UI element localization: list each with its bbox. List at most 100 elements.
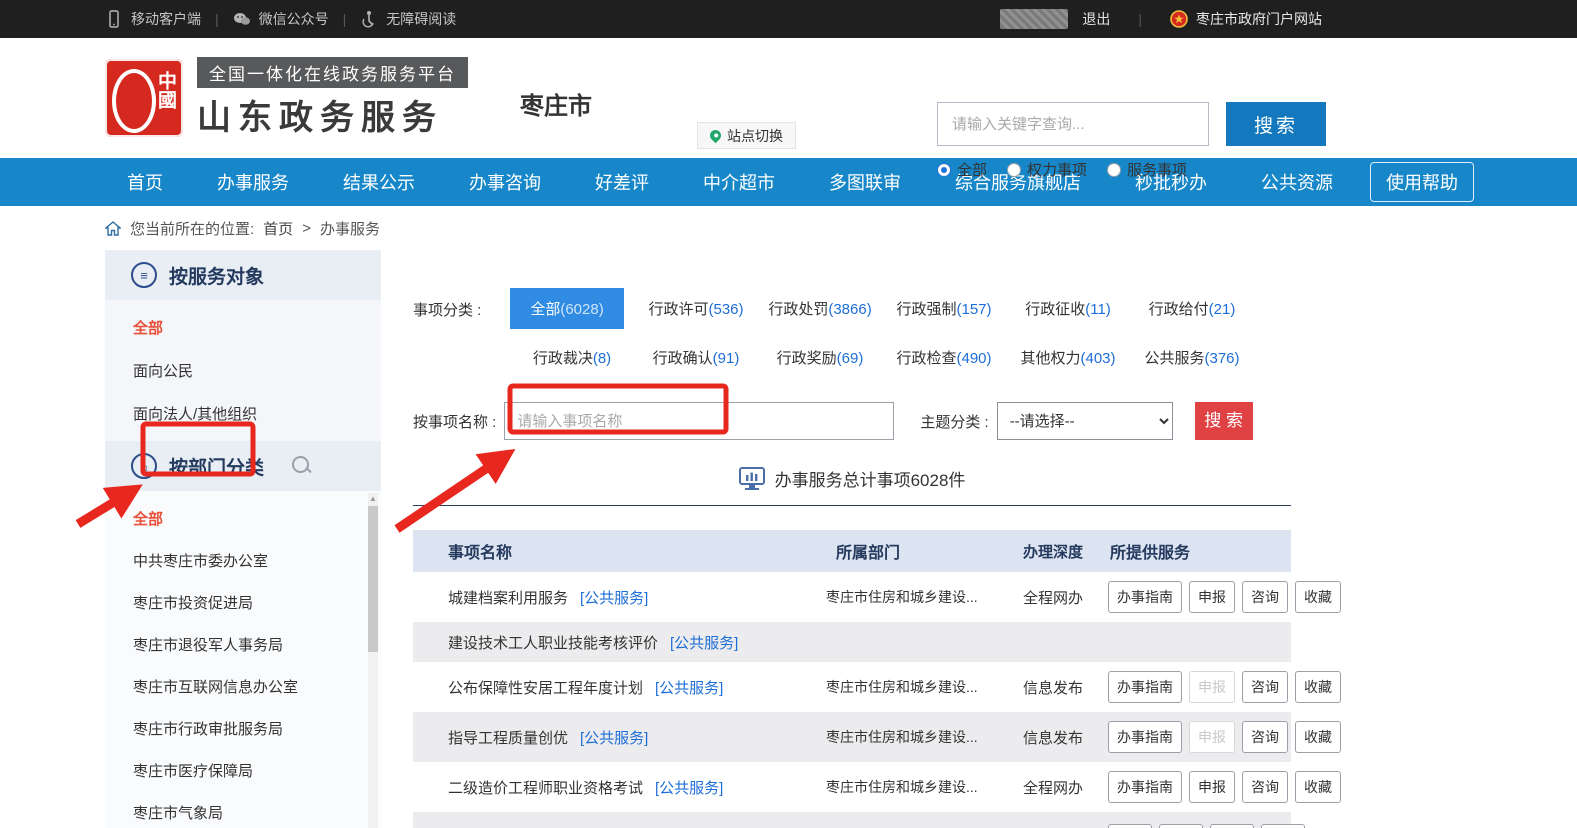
- chip-count: (3866): [828, 301, 871, 318]
- chip-name: 行政强制: [896, 301, 956, 318]
- nav-results[interactable]: 结果公示: [316, 169, 442, 195]
- guide-button[interactable]: 办事指南: [1108, 671, 1182, 703]
- radio-all[interactable]: 全部: [937, 159, 987, 180]
- dept-item[interactable]: 枣庄市医疗保障局: [105, 749, 381, 791]
- dept-item[interactable]: 中共枣庄市委办公室: [105, 539, 381, 581]
- category-chip[interactable]: 行政给付(21): [1130, 288, 1254, 329]
- service-tag-link[interactable]: [公共服务]: [655, 677, 723, 698]
- dept-item-all[interactable]: 全部: [105, 497, 381, 539]
- chip-name: 行政检查: [896, 350, 956, 367]
- dept-item[interactable]: 枣庄市互联网信息办公室: [105, 665, 381, 707]
- favorite-button[interactable]: [1261, 824, 1305, 828]
- radio-dot-icon: [1107, 163, 1121, 177]
- chip-name: 行政许可: [648, 301, 708, 318]
- nav-help-button[interactable]: 使用帮助: [1370, 162, 1474, 202]
- scrollbar-up-arrow[interactable]: ▲: [368, 494, 378, 504]
- guide-button[interactable]: 办事指南: [1108, 721, 1182, 753]
- category-chip[interactable]: 行政强制(157): [882, 288, 1006, 329]
- breadcrumb-prefix: 您当前所在的位置:: [130, 218, 254, 239]
- category-chip[interactable]: 行政处罚(3866): [758, 288, 882, 329]
- nav-public-resources[interactable]: 公共资源: [1234, 169, 1360, 195]
- service-tag-link[interactable]: [公共服务]: [580, 727, 648, 748]
- dept-item[interactable]: 枣庄市气象局: [105, 791, 381, 828]
- department-header[interactable]: ⌂ 按部门分类: [105, 441, 381, 491]
- category-chip[interactable]: 行政确认(91): [634, 337, 758, 378]
- consult-button[interactable]: 咨询: [1242, 721, 1288, 753]
- mobile-app-link[interactable]: 移动客户端: [105, 9, 201, 29]
- consult-button[interactable]: 咨询: [1242, 671, 1288, 703]
- service-name[interactable]: 指导工程质量创优: [448, 727, 568, 748]
- building-icon: ⌂: [131, 453, 157, 479]
- topic-select[interactable]: --请选择--: [997, 402, 1173, 440]
- nav-consult[interactable]: 办事咨询: [442, 169, 568, 195]
- site-switch-button[interactable]: 站点切换: [697, 122, 796, 149]
- service-object-header[interactable]: ≡ 按服务对象: [105, 250, 381, 300]
- service-dept: 枣庄市住房和城乡建设...: [818, 587, 1008, 607]
- service-tag-link[interactable]: [公共服务]: [580, 587, 648, 608]
- category-chip[interactable]: 行政裁决(8): [510, 337, 634, 378]
- service-name[interactable]: 建设技术工人职业技能考核评价: [448, 632, 658, 653]
- shandong-seal-logo: [105, 59, 183, 137]
- apply-button[interactable]: [1159, 824, 1203, 828]
- guide-button[interactable]: 办事指南: [1108, 581, 1182, 613]
- table-row: 指导工程质量创优 [公共服务] 枣庄市住房和城乡建设... 信息发布 办事指南 …: [413, 712, 1291, 762]
- category-chip[interactable]: 行政检查(490): [882, 337, 1006, 378]
- guide-button[interactable]: [1108, 824, 1152, 828]
- dept-item[interactable]: 枣庄市投资促进局: [105, 581, 381, 623]
- radio-power-items[interactable]: 权力事项: [1007, 159, 1087, 180]
- nav-services[interactable]: 办事服务: [190, 169, 316, 195]
- favorite-button[interactable]: 收藏: [1295, 671, 1341, 703]
- logout-link[interactable]: 退出: [1082, 9, 1110, 29]
- object-item-legal-person[interactable]: 面向法人/其他组织: [105, 392, 381, 435]
- header-search-button[interactable]: 搜索: [1226, 102, 1326, 146]
- category-chip-all[interactable]: 全部(6028): [510, 288, 624, 329]
- divider: |: [343, 11, 347, 27]
- service-name[interactable]: 二级造价工程师职业资格考试: [448, 777, 643, 798]
- wechat-icon: [233, 10, 251, 28]
- category-chip[interactable]: 行政许可(536): [634, 288, 758, 329]
- platform-banner: 全国一体化在线政务服务平台: [197, 57, 468, 88]
- favorite-button[interactable]: 收藏: [1295, 721, 1341, 753]
- wechat-link[interactable]: 微信公众号: [233, 9, 329, 29]
- consult-button[interactable]: 咨询: [1242, 771, 1288, 803]
- category-chip[interactable]: 公共服务(376): [1130, 337, 1254, 378]
- dept-item[interactable]: 枣庄市行政审批服务局: [105, 707, 381, 749]
- service-tag-link[interactable]: [公共服务]: [670, 632, 738, 653]
- header-search-input[interactable]: [937, 102, 1209, 146]
- nav-rating[interactable]: 好差评: [568, 169, 676, 195]
- object-item-citizen[interactable]: 面向公民: [105, 349, 381, 392]
- guide-button[interactable]: 办事指南: [1108, 771, 1182, 803]
- favorite-button[interactable]: 收藏: [1295, 581, 1341, 613]
- category-chip[interactable]: 其他权力(403): [1006, 337, 1130, 378]
- nav-intermediary[interactable]: 中介超市: [676, 169, 802, 195]
- breadcrumb-current: 办事服务: [320, 218, 380, 239]
- breadcrumb-home[interactable]: 首页: [263, 218, 293, 239]
- consult-button[interactable]: [1210, 824, 1254, 828]
- favorite-button[interactable]: 收藏: [1295, 771, 1341, 803]
- nav-multi-review[interactable]: 多图联审: [802, 169, 928, 195]
- col-header-depth: 办理深度: [1008, 541, 1098, 562]
- service-object-title: 按服务对象: [169, 262, 264, 289]
- item-name-input[interactable]: [504, 402, 894, 440]
- city-name: 枣庄市: [520, 86, 592, 121]
- category-chip[interactable]: 行政征收(11): [1006, 288, 1130, 329]
- object-item-all[interactable]: 全部: [105, 306, 381, 349]
- service-tag-link[interactable]: [公共服务]: [655, 777, 723, 798]
- apply-button[interactable]: 申报: [1189, 581, 1235, 613]
- apply-button-disabled: 申报: [1189, 671, 1235, 703]
- apply-button[interactable]: 申报: [1189, 771, 1235, 803]
- service-name[interactable]: 城建档案利用服务: [448, 587, 568, 608]
- dept-item[interactable]: 枣庄市退役军人事务局: [105, 623, 381, 665]
- radio-service-items[interactable]: 服务事项: [1107, 159, 1187, 180]
- item-search-button[interactable]: 搜 索: [1195, 402, 1253, 440]
- service-name[interactable]: 公布保障性安居工程年度计划: [448, 677, 643, 698]
- category-chip[interactable]: 行政奖励(69): [758, 337, 882, 378]
- nav-home[interactable]: 首页: [100, 169, 190, 195]
- search-scope-radios: 全部 权力事项 服务事项: [937, 159, 1187, 180]
- search-icon[interactable]: [292, 456, 312, 476]
- consult-button[interactable]: 咨询: [1242, 581, 1288, 613]
- scrollbar-thumb[interactable]: [368, 506, 378, 652]
- portal-link[interactable]: 枣庄市政府门户网站: [1170, 9, 1322, 29]
- chip-name: 行政处罚: [768, 301, 828, 318]
- accessibility-link[interactable]: 无障碍阅读: [360, 9, 456, 29]
